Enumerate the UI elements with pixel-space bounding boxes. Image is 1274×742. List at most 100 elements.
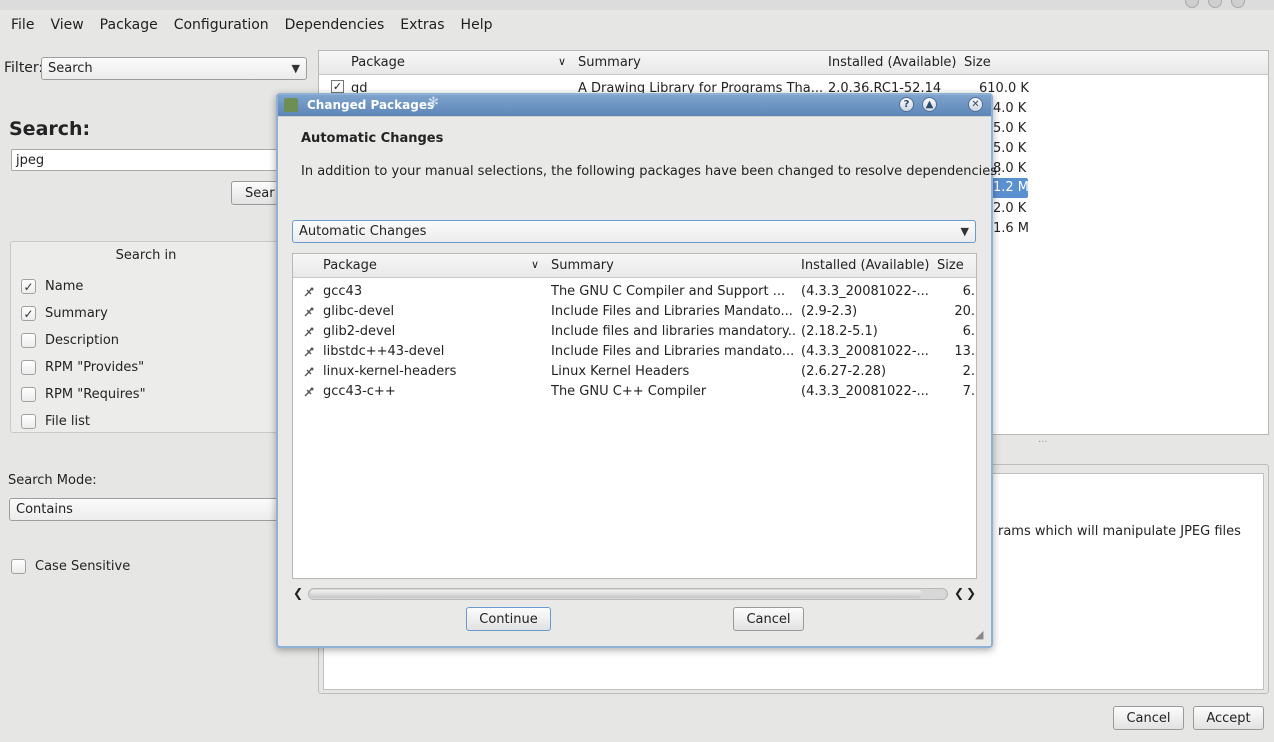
row-package: gcc43 <box>323 284 363 299</box>
column-package[interactable]: Package <box>323 258 377 273</box>
search-in-group: Search in ✓ Name ✓ Summary Description RPM… <box>10 241 282 433</box>
column-installed[interactable]: Installed (Available) <box>828 55 957 70</box>
checkbox-checked-icon[interactable]: ✓ <box>21 279 36 294</box>
table-row[interactable]: 2.0 K <box>993 199 1053 219</box>
changes-select[interactable]: Automatic Changes ▼ <box>292 220 976 243</box>
cancel-button[interactable]: Cancel <box>1113 706 1184 730</box>
row-size: 2. <box>962 364 975 379</box>
row-summary: Include files and libraries mandatory... <box>551 324 796 339</box>
menu-file[interactable]: File <box>11 17 34 33</box>
menu-configuration[interactable]: Configuration <box>174 17 269 33</box>
option-rpm-requires[interactable]: RPM "Requires" <box>21 381 146 408</box>
help-icon[interactable]: ? <box>899 97 914 112</box>
scroll-left-icon[interactable]: ❮ <box>293 586 303 600</box>
splitter-handle[interactable]: ... <box>1038 434 1048 445</box>
package-table-header: Package ∨ Summary Installed (Available) … <box>319 51 1268 75</box>
auto-install-icon <box>304 327 314 337</box>
accept-button[interactable]: Accept <box>1193 706 1264 730</box>
table-row[interactable]: glib2-devel Include files and libraries m… <box>293 322 975 342</box>
search-input[interactable]: jpeg <box>11 149 281 171</box>
shade-icon[interactable]: ▲ <box>922 97 937 112</box>
filter-label: Filter: <box>4 60 44 76</box>
checkbox-icon[interactable] <box>21 333 36 348</box>
horizontal-scrollbar[interactable]: ❮ ❮ ❯ <box>292 586 977 602</box>
search-button-label: Sear <box>245 185 275 201</box>
search-input-value: jpeg <box>16 152 45 168</box>
option-label: RPM "Provides" <box>45 360 145 375</box>
column-package[interactable]: Package <box>351 55 405 70</box>
column-summary[interactable]: Summary <box>578 55 641 70</box>
close-window-icon[interactable] <box>1231 0 1245 8</box>
filter-select[interactable]: Search ▼ <box>41 57 307 80</box>
dialog-cancel-button-label: Cancel <box>746 611 791 627</box>
table-row[interactable]: libstdc++43-devel Include Files and Libra… <box>293 342 975 362</box>
checkbox-icon[interactable] <box>21 414 36 429</box>
row-package: libstdc++43-devel <box>323 344 445 359</box>
auto-install-icon <box>304 367 314 377</box>
table-row[interactable]: 8.0 K <box>993 159 1053 179</box>
row-installed: (4.3.3_20081022-... <box>801 344 929 359</box>
table-row[interactable]: gcc43 The GNU C Compiler and Support ... (… <box>293 282 975 302</box>
option-summary[interactable]: ✓ Summary <box>21 300 146 327</box>
option-label: Summary <box>45 306 108 321</box>
column-size[interactable]: Size <box>964 55 991 70</box>
table-row[interactable]: linux-kernel-headers Linux Kernel Headers… <box>293 362 975 382</box>
row-size: 5.0 K <box>993 141 1027 156</box>
changes-table: Package ∨ Summary Installed (Available) … <box>292 253 977 579</box>
table-row[interactable]: 4.0 K <box>993 99 1053 119</box>
column-installed[interactable]: Installed (Available) <box>801 258 930 273</box>
option-name[interactable]: ✓ Name <box>21 273 146 300</box>
checkbox-icon[interactable] <box>21 387 36 402</box>
dialog-cancel-button[interactable]: Cancel <box>733 607 804 631</box>
menu-package[interactable]: Package <box>100 17 158 33</box>
scroll-left-icon[interactable]: ❮ <box>954 586 964 600</box>
checkbox-checked-icon[interactable]: ✓ <box>331 80 344 93</box>
changed-packages-dialog: Changed Packages ✻ ? ▲ ✕ Automatic Chang… <box>276 93 1001 648</box>
row-installed: (2.18.2-5.1) <box>801 324 878 339</box>
option-file-list[interactable]: File list <box>21 408 146 435</box>
gecko-icon: ✻ <box>428 95 439 110</box>
column-size[interactable]: Size <box>937 258 964 273</box>
option-description[interactable]: Description <box>21 327 146 354</box>
column-summary[interactable]: Summary <box>551 258 614 273</box>
menu-view[interactable]: View <box>50 17 83 33</box>
row-size: 1.2 M <box>993 180 1030 195</box>
menu-help[interactable]: Help <box>461 17 493 33</box>
chevron-down-icon: ▼ <box>291 62 300 75</box>
checkbox-checked-icon[interactable]: ✓ <box>21 306 36 321</box>
dialog-title-bar: Changed Packages ✻ ? ▲ ✕ <box>278 95 991 116</box>
row-size: 6. <box>962 284 975 299</box>
table-row[interactable]: 5.0 K <box>993 119 1053 139</box>
continue-button[interactable]: Continue <box>466 607 551 631</box>
row-size: 5.0 K <box>993 121 1027 136</box>
checkbox-icon[interactable] <box>21 360 36 375</box>
close-icon[interactable]: ✕ <box>968 97 983 112</box>
maximize-icon[interactable] <box>1208 0 1222 8</box>
scrollbar-thumb[interactable] <box>310 590 922 598</box>
checkbox-icon[interactable] <box>11 559 26 574</box>
minimize-icon[interactable] <box>1185 0 1199 8</box>
table-row[interactable]: gcc43-c++ The GNU C++ Compiler (4.3.3_2008… <box>293 382 975 402</box>
menu-extras[interactable]: Extras <box>400 17 444 33</box>
chevron-down-icon: ▼ <box>960 225 969 238</box>
table-row[interactable]: 5.0 K <box>993 139 1053 159</box>
scroll-right-icon[interactable]: ❯ <box>966 586 976 600</box>
case-sensitive-checkbox[interactable]: Case Sensitive <box>11 553 130 580</box>
menu-dependencies[interactable]: Dependencies <box>285 17 385 33</box>
search-mode-label: Search Mode: <box>8 473 97 488</box>
scrollbar-track[interactable] <box>308 588 948 600</box>
table-row[interactable]: 1.6 M <box>993 219 1053 239</box>
option-rpm-provides[interactable]: RPM "Provides" <box>21 354 146 381</box>
search-button[interactable]: Sear <box>231 181 281 205</box>
row-installed: (2.9-2.3) <box>801 304 858 319</box>
window-title-bar <box>0 0 1274 10</box>
table-row-selected[interactable]: 1.2 M <box>991 178 1030 198</box>
row-installed: (2.6.27-2.28) <box>801 364 887 379</box>
search-mode-select[interactable]: Contains <box>9 498 281 521</box>
dialog-heading: Automatic Changes <box>301 131 444 146</box>
table-row[interactable]: glibc-devel Include Files and Libraries M… <box>293 302 975 322</box>
search-mode-value: Contains <box>16 502 73 517</box>
resize-grip-icon[interactable]: ◢ <box>975 628 983 641</box>
case-sensitive-label: Case Sensitive <box>35 559 131 574</box>
cancel-button-label: Cancel <box>1126 710 1171 726</box>
